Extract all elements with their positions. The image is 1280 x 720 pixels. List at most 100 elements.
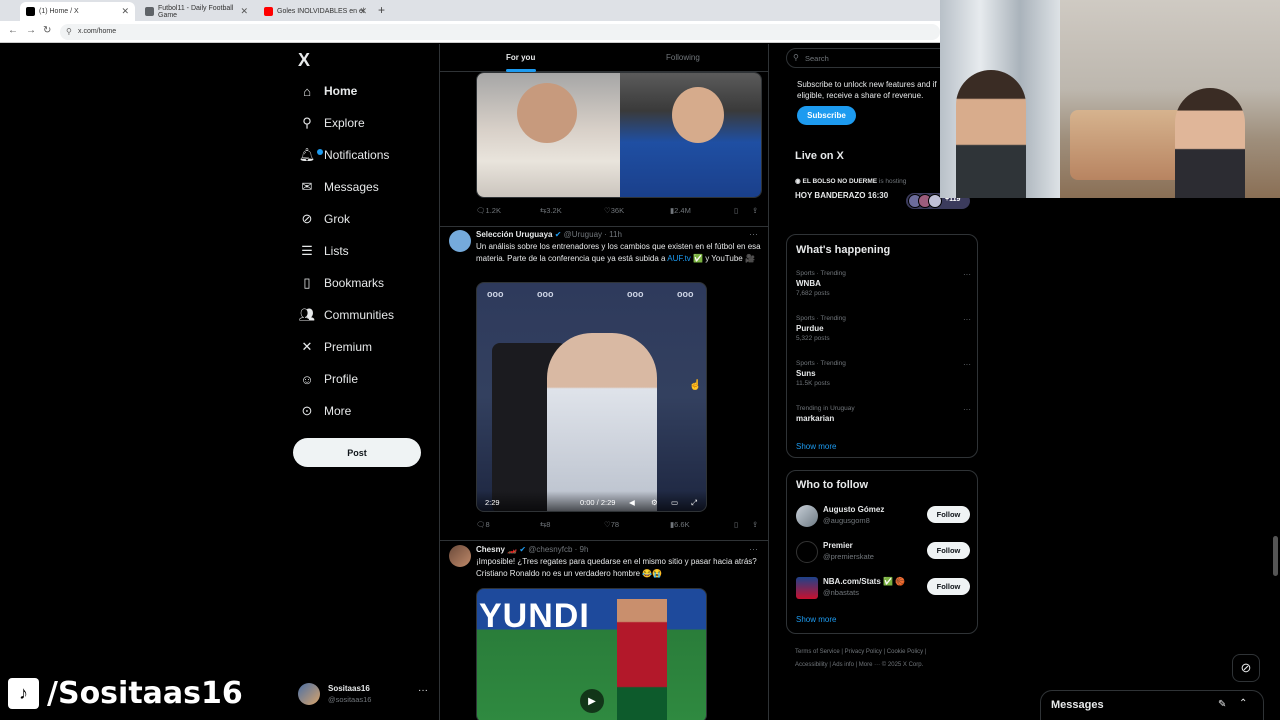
chevron-up-icon[interactable]: ⌃ (1239, 698, 1247, 709)
tab-for-you[interactable]: For you (506, 53, 535, 62)
browser-tab-x[interactable]: (1) Home / X ✕ (20, 2, 135, 21)
follow-button[interactable]: Follow (927, 542, 970, 559)
video-time: 0:00 / 2:29 (580, 498, 616, 507)
avatar[interactable] (449, 545, 471, 567)
more-horizontal-icon[interactable]: ··· (963, 315, 971, 324)
follow-button[interactable]: Follow (927, 506, 970, 523)
new-message-icon[interactable]: ✎ (1218, 699, 1226, 710)
messages-drawer[interactable]: Messages ✎ ⌃ (1040, 690, 1264, 720)
share-icon[interactable]: ⇪ (752, 520, 758, 529)
browser-tab-futbol11[interactable]: Futbol11 - Daily Football Game ✕ (139, 2, 254, 21)
avatar[interactable] (449, 230, 471, 252)
x-logo-icon[interactable]: X (298, 50, 310, 71)
close-tab-icon[interactable]: ✕ (359, 6, 367, 17)
sidebar-item-communities[interactable]: 👥︎ Communities (299, 303, 394, 327)
active-tab-indicator (506, 69, 536, 72)
views-button[interactable]: ▮ 2.4M (670, 206, 691, 215)
show-more-link[interactable]: Show more (796, 442, 836, 451)
sidebar-item-lists[interactable]: ☰ Lists (299, 239, 349, 263)
follow-suggestion[interactable]: NBA.com/Stats ✅ 🏀 @nbastats Follow (796, 575, 971, 601)
more-horizontal-icon[interactable]: ··· (749, 544, 758, 554)
section-title: What's happening (796, 244, 891, 256)
person-icon: ☺ (300, 371, 314, 387)
section-title: Who to follow (796, 479, 869, 491)
tab-following[interactable]: Following (666, 53, 700, 62)
tweet-video[interactable]: YUNDI ▶ (476, 588, 707, 720)
mail-icon: ✉ (301, 179, 313, 194)
retweet-button[interactable]: ⇆ 3.2K (540, 206, 562, 215)
sidebar-item-grok[interactable]: ⊘ Grok (299, 207, 350, 231)
like-button[interactable]: ♡ 36K (604, 206, 624, 215)
grok-button[interactable]: ⊘ (1232, 654, 1260, 682)
address-bar[interactable]: ⚲ x.com/home (60, 24, 940, 40)
home-icon: ⌂ (303, 83, 311, 99)
forward-icon[interactable]: → (26, 25, 36, 36)
browser-tab-youtube[interactable]: Goles INOLVIDABLES en el ✕ (258, 2, 373, 21)
bookmark-icon[interactable]: ▯ (734, 206, 738, 215)
more-horizontal-icon[interactable]: ··· (749, 229, 758, 239)
avatar (298, 683, 320, 705)
settings-icon[interactable]: ⚙ (651, 498, 658, 507)
fullscreen-icon[interactable]: ⤢ (691, 498, 697, 508)
bookmark-icon[interactable]: ▯ (734, 520, 738, 529)
show-more-link[interactable]: Show more (796, 615, 836, 624)
trend-item[interactable]: Sports · Trending Purdue 5,322 posts ··· (796, 315, 971, 342)
views-button[interactable]: ▮ 6.6K (670, 520, 690, 529)
reload-icon[interactable]: ↻ (43, 25, 51, 36)
post-button[interactable]: Post (293, 438, 421, 467)
stadium-ad: YUNDI (479, 597, 590, 635)
grok-icon: ⊘ (1240, 660, 1252, 675)
pip-icon[interactable]: ▭ (671, 498, 678, 507)
video-controls: 2:29 0:00 / 2:29 ◀ ⚙ ▭ ⤢ (477, 491, 706, 511)
more-horizontal-icon[interactable]: ··· (963, 270, 971, 279)
follow-suggestion[interactable]: Augusto Gómez @augusgom8 Follow (796, 503, 971, 529)
avatar (796, 577, 818, 599)
tweet-link[interactable]: AUF.tv (667, 254, 691, 263)
notification-dot (317, 149, 323, 155)
close-tab-icon[interactable]: ✕ (240, 6, 248, 17)
close-tab-icon[interactable]: ✕ (121, 6, 129, 17)
tweet-text: ¡Imposible! ¿Tres regates para quedarse … (476, 557, 757, 578)
reply-button[interactable]: 🗨︎ 8 (476, 520, 490, 529)
people-icon: 👥︎ (298, 307, 316, 322)
search-icon: ⚲ (793, 53, 799, 62)
trend-item[interactable]: Sports · Trending WNBA 7,682 posts ··· (796, 270, 971, 297)
subscribe-button[interactable]: Subscribe (797, 106, 856, 125)
live-space-title[interactable]: HOY BANDERAZO 16:30 (795, 191, 888, 200)
sidebar-item-bookmarks[interactable]: ▯ Bookmarks (299, 271, 384, 295)
more-circle-icon: ⊙ (301, 403, 313, 418)
sidebar-item-more[interactable]: ⊙ More (299, 399, 352, 423)
tweet-video[interactable]: ooo ooo ooo ooo 2:29 0:00 / 2:29 ◀ ⚙ ▭ ⤢ (476, 282, 707, 512)
scrollbar[interactable] (1273, 536, 1278, 576)
sidebar-item-home[interactable]: ⌂ Home (299, 79, 357, 103)
left-sidebar: X ⌂ Home ⚲ Explore 🔔︎ Notifications ✉ Me… (290, 44, 440, 720)
verified-icon: ✔ (519, 545, 527, 554)
tweet-image[interactable] (476, 72, 762, 198)
follow-suggestion[interactable]: Premier @premierskate Follow (796, 539, 971, 565)
new-tab-icon[interactable]: + (378, 3, 385, 17)
site-info-icon[interactable]: ⚲ (66, 27, 72, 36)
trend-item[interactable]: Trending in Uruguay markarian ··· (796, 405, 971, 423)
retweet-button[interactable]: ⇆ 8 (540, 520, 550, 529)
mouse-cursor-icon: ☝ (689, 380, 702, 391)
play-icon[interactable]: ▶ (580, 689, 604, 713)
live-host[interactable]: ◉ EL BOLSO NO DUERME is hosting (795, 177, 906, 185)
share-icon[interactable]: ⇪ (752, 206, 758, 215)
more-horizontal-icon[interactable]: ··· (963, 405, 971, 414)
back-icon[interactable]: ← (8, 25, 18, 36)
account-switcher[interactable]: Sositaas16 @sositaas16 ··· (298, 681, 438, 709)
sidebar-item-premium[interactable]: ✕ Premium (299, 335, 372, 359)
volume-icon[interactable]: ◀ (629, 498, 635, 507)
reply-button[interactable]: 🗨︎ 1.2K (476, 206, 501, 215)
tweet-text: Un análisis sobre los entrenadores y los… (476, 242, 761, 263)
more-horizontal-icon: ··· (418, 685, 428, 696)
sidebar-item-profile[interactable]: ☺ Profile (299, 367, 358, 391)
like-button[interactable]: ♡ 78 (604, 520, 619, 529)
trend-item[interactable]: Sports · Trending Suns 11.5K posts ··· (796, 360, 971, 387)
more-horizontal-icon[interactable]: ··· (963, 360, 971, 369)
live-section-title: Live on X (795, 150, 844, 162)
follow-button[interactable]: Follow (927, 578, 970, 595)
sidebar-item-notifications[interactable]: 🔔︎ Notifications (299, 143, 390, 167)
sidebar-item-messages[interactable]: ✉ Messages (299, 175, 379, 199)
sidebar-item-explore[interactable]: ⚲ Explore (299, 111, 364, 135)
